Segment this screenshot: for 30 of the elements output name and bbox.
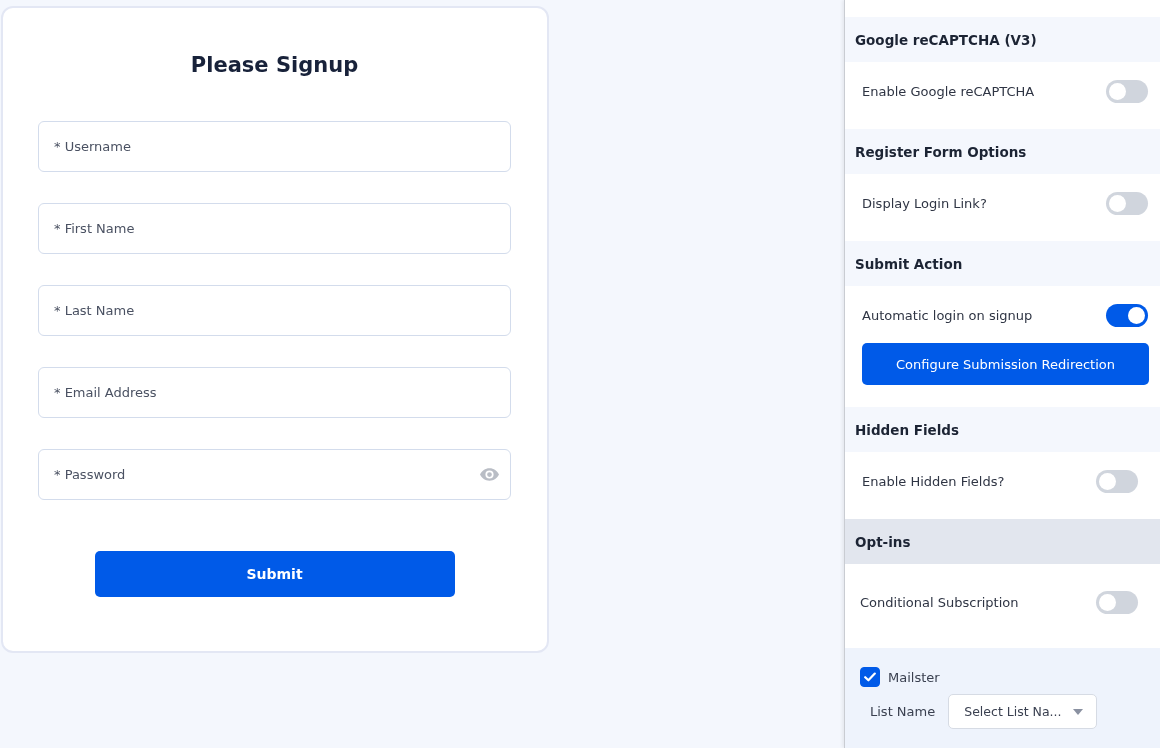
list-select[interactable]: Select List Na...: [948, 694, 1098, 729]
eye-icon[interactable]: [480, 468, 499, 481]
input-field[interactable]: * Username: [38, 121, 511, 172]
section-title: Opt-ins: [855, 533, 911, 550]
setting-label: Conditional Subscription: [860, 595, 1019, 610]
setting-label: Automatic login on signup: [862, 308, 1033, 323]
configure-button[interactable]: Configure Submission Redirection: [862, 343, 1149, 385]
toggle-switch[interactable]: [1096, 591, 1138, 614]
password-field[interactable]: * Password: [38, 449, 511, 500]
input-field[interactable]: * Last Name: [38, 285, 511, 336]
form-title: Please Signup: [190, 52, 359, 79]
section-title: Google reCAPTCHA (V3): [855, 31, 1037, 48]
check-icon: [864, 672, 876, 682]
checkbox[interactable]: [860, 667, 880, 687]
list-label: List Name: [870, 704, 936, 719]
setting-label: Enable Hidden Fields?: [862, 474, 1005, 489]
section-title: Submit Action: [855, 255, 963, 272]
setting-label: Enable Google reCAPTCHA: [862, 84, 1035, 99]
toggle-switch[interactable]: [1106, 192, 1148, 215]
toggle-switch[interactable]: [1106, 80, 1148, 103]
section-title: Hidden Fields: [855, 421, 960, 438]
caret-icon: [1073, 708, 1084, 715]
setting-label: Display Login Link?: [862, 196, 987, 211]
input-field[interactable]: * Email Address: [38, 367, 511, 418]
input-field[interactable]: * First Name: [38, 203, 511, 254]
section-title: Register Form Options: [855, 143, 1027, 160]
provider-label: Mailster: [888, 669, 940, 685]
toggle-switch[interactable]: [1096, 470, 1138, 493]
submit-button[interactable]: Submit: [94, 551, 455, 597]
toggle-switch[interactable]: [1106, 304, 1148, 327]
